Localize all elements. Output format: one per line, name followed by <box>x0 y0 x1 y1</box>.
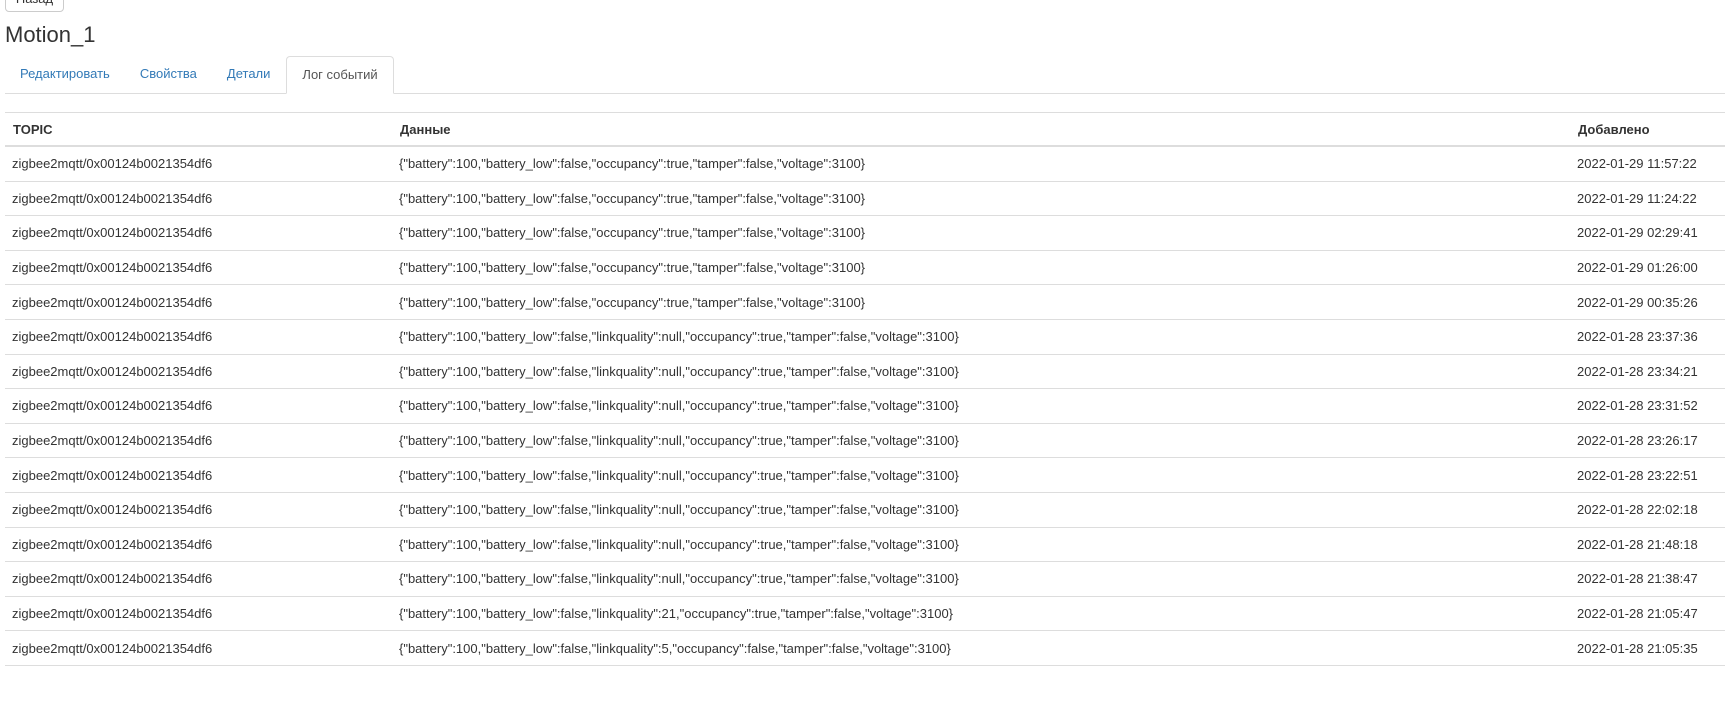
column-header-data: Данные <box>392 113 1570 147</box>
cell-data: {"battery":100,"battery_low":false,"link… <box>392 423 1570 459</box>
tab-edit[interactable]: Редактировать <box>5 56 125 92</box>
cell-data: {"battery":100,"battery_low":false,"occu… <box>392 250 1570 286</box>
table-row: zigbee2mqtt/0x00124b0021354df6 {"battery"… <box>5 146 1725 182</box>
table-row: zigbee2mqtt/0x00124b0021354df6 {"battery"… <box>5 423 1725 459</box>
table-row: zigbee2mqtt/0x00124b0021354df6 {"battery"… <box>5 181 1725 217</box>
cell-added: 2022-01-29 02:29:41 <box>1570 215 1725 251</box>
table-row: zigbee2mqtt/0x00124b0021354df6 {"battery"… <box>5 561 1725 597</box>
table-row: zigbee2mqtt/0x00124b0021354df6 {"battery"… <box>5 457 1725 493</box>
cell-data: {"battery":100,"battery_low":false,"link… <box>392 630 1570 666</box>
table-row: zigbee2mqtt/0x00124b0021354df6 {"battery"… <box>5 215 1725 251</box>
table-row: zigbee2mqtt/0x00124b0021354df6 {"battery"… <box>5 630 1725 666</box>
cell-topic: zigbee2mqtt/0x00124b0021354df6 <box>5 423 392 459</box>
cell-data: {"battery":100,"battery_low":false,"link… <box>392 319 1570 355</box>
table-row: zigbee2mqtt/0x00124b0021354df6 {"battery"… <box>5 492 1725 528</box>
table-row: zigbee2mqtt/0x00124b0021354df6 {"battery"… <box>5 354 1725 390</box>
cell-topic: zigbee2mqtt/0x00124b0021354df6 <box>5 630 392 666</box>
table-row: zigbee2mqtt/0x00124b0021354df6 {"battery"… <box>5 319 1725 355</box>
cell-topic: zigbee2mqtt/0x00124b0021354df6 <box>5 457 392 493</box>
table-row: zigbee2mqtt/0x00124b0021354df6 {"battery"… <box>5 284 1725 320</box>
cell-data: {"battery":100,"battery_low":false,"link… <box>392 561 1570 597</box>
cell-topic: zigbee2mqtt/0x00124b0021354df6 <box>5 354 392 390</box>
table-row: zigbee2mqtt/0x00124b0021354df6 {"battery"… <box>5 250 1725 286</box>
cell-topic: zigbee2mqtt/0x00124b0021354df6 <box>5 492 392 528</box>
cell-added: 2022-01-28 21:05:47 <box>1570 596 1725 632</box>
cell-added: 2022-01-28 22:02:18 <box>1570 492 1725 528</box>
cell-topic: zigbee2mqtt/0x00124b0021354df6 <box>5 215 392 251</box>
cell-data: {"battery":100,"battery_low":false,"link… <box>392 457 1570 493</box>
event-log-table-container: TOPIC Данные Добавлено zigbee2mqtt/0x001… <box>5 112 1725 666</box>
cell-added: 2022-01-28 21:05:35 <box>1570 630 1725 666</box>
cell-data: {"battery":100,"battery_low":false,"link… <box>392 388 1570 424</box>
tab-bar: Редактировать Свойства Детали Лог событи… <box>5 56 1725 94</box>
back-button[interactable]: Назад <box>5 0 64 12</box>
cell-added: 2022-01-29 11:57:22 <box>1570 146 1725 182</box>
cell-data: {"battery":100,"battery_low":false,"occu… <box>392 181 1570 217</box>
cell-data: {"battery":100,"battery_low":false,"link… <box>392 527 1570 563</box>
cell-topic: zigbee2mqtt/0x00124b0021354df6 <box>5 146 392 182</box>
cell-data: {"battery":100,"battery_low":false,"link… <box>392 492 1570 528</box>
page-title: Motion_1 <box>5 22 96 47</box>
tab-event-log[interactable]: Лог событий <box>286 56 394 94</box>
cell-data: {"battery":100,"battery_low":false,"link… <box>392 596 1570 632</box>
table-row: zigbee2mqtt/0x00124b0021354df6 {"battery"… <box>5 388 1725 424</box>
cell-data: {"battery":100,"battery_low":false,"occu… <box>392 215 1570 251</box>
cell-added: 2022-01-28 23:22:51 <box>1570 457 1725 493</box>
table-row: zigbee2mqtt/0x00124b0021354df6 {"battery"… <box>5 596 1725 632</box>
cell-topic: zigbee2mqtt/0x00124b0021354df6 <box>5 181 392 217</box>
table-row: zigbee2mqtt/0x00124b0021354df6 {"battery"… <box>5 527 1725 563</box>
cell-added: 2022-01-28 21:38:47 <box>1570 561 1725 597</box>
cell-topic: zigbee2mqtt/0x00124b0021354df6 <box>5 284 392 320</box>
cell-added: 2022-01-28 23:31:52 <box>1570 388 1725 424</box>
column-header-topic: TOPIC <box>5 113 392 147</box>
cell-added: 2022-01-29 01:26:00 <box>1570 250 1725 286</box>
cell-added: 2022-01-28 21:48:18 <box>1570 527 1725 563</box>
table-body: zigbee2mqtt/0x00124b0021354df6 {"battery"… <box>5 146 1725 666</box>
cell-topic: zigbee2mqtt/0x00124b0021354df6 <box>5 319 392 355</box>
cell-data: {"battery":100,"battery_low":false,"occu… <box>392 146 1570 182</box>
cell-data: {"battery":100,"battery_low":false,"occu… <box>392 284 1570 320</box>
tab-details[interactable]: Детали <box>212 56 286 92</box>
tab-properties[interactable]: Свойства <box>125 56 212 92</box>
cell-added: 2022-01-28 23:26:17 <box>1570 423 1725 459</box>
column-header-added: Добавлено <box>1570 113 1725 147</box>
cell-topic: zigbee2mqtt/0x00124b0021354df6 <box>5 596 392 632</box>
cell-topic: zigbee2mqtt/0x00124b0021354df6 <box>5 561 392 597</box>
cell-data: {"battery":100,"battery_low":false,"link… <box>392 354 1570 390</box>
table-header-row: TOPIC Данные Добавлено <box>5 113 1725 147</box>
cell-added: 2022-01-28 23:37:36 <box>1570 319 1725 355</box>
cell-added: 2022-01-29 00:35:26 <box>1570 284 1725 320</box>
cell-added: 2022-01-28 23:34:21 <box>1570 354 1725 390</box>
event-log-table: TOPIC Данные Добавлено zigbee2mqtt/0x001… <box>5 113 1725 666</box>
cell-topic: zigbee2mqtt/0x00124b0021354df6 <box>5 388 392 424</box>
cell-topic: zigbee2mqtt/0x00124b0021354df6 <box>5 527 392 563</box>
cell-added: 2022-01-29 11:24:22 <box>1570 181 1725 217</box>
cell-topic: zigbee2mqtt/0x00124b0021354df6 <box>5 250 392 286</box>
